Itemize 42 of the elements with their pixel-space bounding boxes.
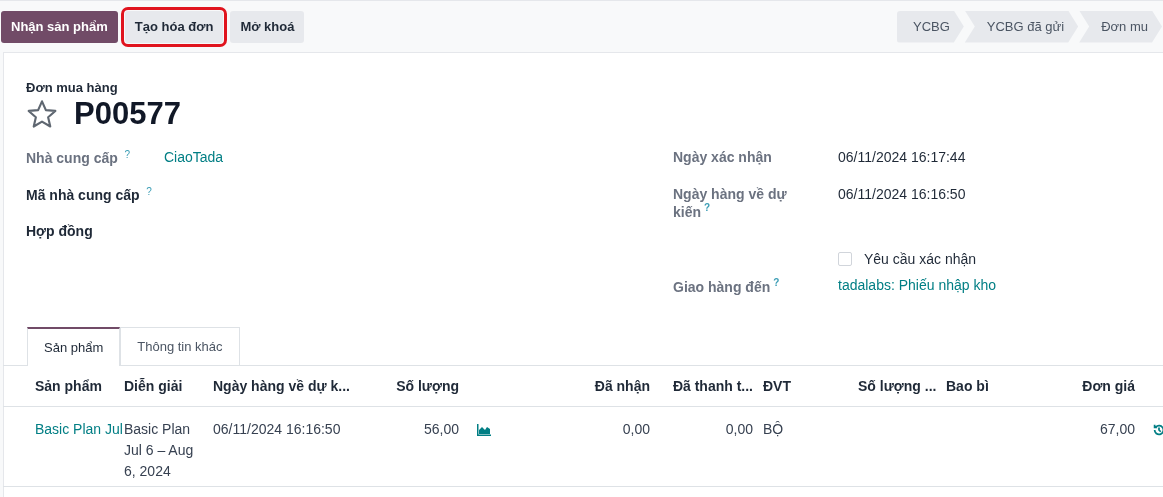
column-header[interactable]: Diễn giải (124, 378, 183, 394)
checkbox-label: Yêu cầu xác nhận (864, 250, 977, 267)
area-chart-icon[interactable] (476, 423, 492, 438)
field-value: 06/11/2024 16:16:50 (838, 186, 966, 204)
status-stage[interactable]: Đơn mu (1079, 10, 1162, 43)
field-label: Mã nhà cung cấp (26, 187, 140, 204)
table-cell: BỘ (763, 421, 784, 437)
column-header[interactable]: Đã nhận (594, 378, 650, 394)
table-cell: Basic Plan Jul 6 – Aug 6, 2024 (124, 421, 194, 479)
status-stage[interactable]: YCBG (896, 10, 964, 43)
column-header[interactable]: Bao bì (946, 378, 989, 394)
tab[interactable]: Sản phẩm (27, 327, 121, 366)
field-value: 06/11/2024 16:17:44 (838, 149, 966, 167)
status-stage[interactable]: YCBG đã gửi (964, 10, 1079, 43)
checkbox[interactable] (838, 251, 852, 266)
field-label: Ngày xác nhận (673, 149, 772, 165)
column-header[interactable]: Đã thanh t... (672, 378, 753, 394)
column-header[interactable]: Ngày hàng về dự k... (213, 378, 350, 394)
history-icon[interactable] (1152, 423, 1163, 438)
column-header[interactable]: Số lượng (396, 378, 459, 394)
action-button[interactable]: Mở khoá (230, 10, 305, 43)
field-label: Ngày hàng về dự kiến $^{?}$ (673, 186, 788, 220)
record-caption: Đơn mua hàng (26, 80, 119, 95)
column-header[interactable]: Số lượng ... (858, 378, 937, 394)
table-cell: 06/11/2024 16:16:50 (213, 421, 341, 437)
column-header[interactable]: Đơn giá (1082, 378, 1135, 394)
field-label: Giao hàng đến $^{?}$ (673, 278, 780, 295)
star-icon[interactable] (26, 98, 58, 130)
tab[interactable]: Thông tin khác (120, 327, 240, 365)
action-button[interactable]: Nhận sản phẩm (1, 10, 118, 43)
table-cell: 0,00 (622, 421, 650, 437)
column-header[interactable]: Sản phẩm (35, 378, 102, 394)
field-label: Hợp đồng (26, 223, 93, 239)
record-title: P00577 (74, 96, 181, 132)
table-cell: 0,00 (725, 421, 753, 437)
table-cell: 56,00 (423, 421, 459, 437)
table-cell: 67,00 (1099, 421, 1135, 437)
field-label: Nhà cung cấp (26, 150, 118, 167)
field-value[interactable]: CiaoTada (164, 149, 224, 186)
product-link[interactable]: Basic Plan Jul (35, 421, 123, 437)
column-header[interactable]: ĐVT (763, 378, 791, 394)
field-value[interactable]: tadalabs: Phiếu nhập kho (838, 277, 996, 314)
